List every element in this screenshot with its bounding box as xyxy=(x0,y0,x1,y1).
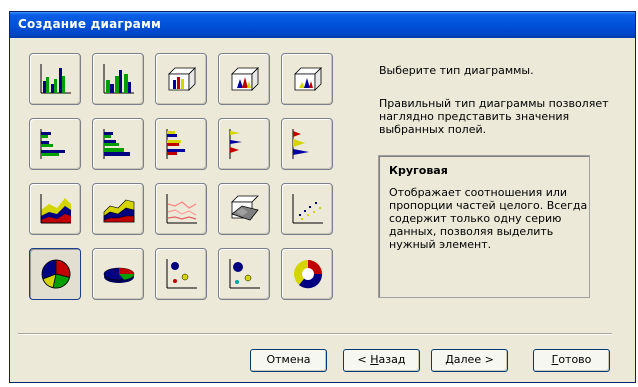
desc-line-4: данных, позволяя выделить xyxy=(389,225,554,238)
chart-type-bar-3d[interactable] xyxy=(155,118,207,170)
column-3d-icon xyxy=(168,67,196,91)
column-stacked-icon xyxy=(103,64,134,94)
description-box: Круговая Отображает соотношения или проп… xyxy=(378,155,590,298)
finish-button[interactable]: Готово xyxy=(533,349,610,372)
separator xyxy=(18,333,612,335)
chart-type-column-3d[interactable] xyxy=(155,53,207,105)
chart-type-cone-bar[interactable] xyxy=(218,118,270,170)
chart-type-surface-3d[interactable] xyxy=(218,183,270,235)
chart-type-area[interactable] xyxy=(29,183,81,235)
desc-line-5: нужный элемент. xyxy=(389,238,492,251)
area-3d-icon xyxy=(103,199,135,223)
chart-type-line[interactable] xyxy=(155,183,207,235)
chart-type-bubble-3d[interactable] xyxy=(218,248,270,300)
cancel-button[interactable]: Отмена xyxy=(250,349,327,372)
chart-type-pie-3d[interactable] xyxy=(92,248,144,300)
chart-type-column-stacked[interactable] xyxy=(92,53,144,105)
back-button[interactable]: < Назад xyxy=(343,349,420,372)
desc-line-2: пропорции частей целого. Всегда xyxy=(389,199,588,212)
pie-icon xyxy=(41,259,71,289)
bar-3d-icon xyxy=(166,129,185,159)
next-button[interactable]: Далее > xyxy=(431,349,508,372)
chart-type-area-3d[interactable] xyxy=(92,183,144,235)
chart-type-pyramid-bar[interactable] xyxy=(281,118,333,170)
bubble-icon xyxy=(166,259,197,289)
next-hotkey: Д xyxy=(445,353,454,366)
chart-type-column-3d-stacked[interactable] xyxy=(218,53,270,105)
back-hotkey: Н xyxy=(370,353,379,366)
info-text-line-3: выбранных полей. xyxy=(379,123,487,136)
window-title: Создание диаграмм xyxy=(18,17,161,31)
desc-line-1: Отображает соотношения или xyxy=(389,186,568,199)
area-icon xyxy=(40,194,71,224)
title-bar[interactable]: Создание диаграмм xyxy=(10,12,635,38)
chart-type-bar-stacked[interactable] xyxy=(92,118,144,170)
prompt-text: Выберите тип диаграммы. xyxy=(379,64,534,77)
chart-type-scatter[interactable] xyxy=(281,183,333,235)
back-prefix: < xyxy=(357,353,371,366)
bubble-3d-icon xyxy=(229,259,260,289)
column-clustered-icon xyxy=(40,64,71,94)
back-label: азад xyxy=(378,353,406,366)
cancel-label: Отмена xyxy=(266,353,311,366)
chart-type-bar-clustered[interactable] xyxy=(29,118,81,170)
info-text-line-1: Правильный тип диаграммы позволяет xyxy=(379,97,609,110)
chart-type-doughnut[interactable] xyxy=(281,248,333,300)
chart-type-column-clustered[interactable] xyxy=(29,53,81,105)
line-icon xyxy=(166,194,197,224)
chart-type-bubble[interactable] xyxy=(155,248,207,300)
chart-type-pie[interactable] xyxy=(29,248,81,300)
selected-type-title: Круговая xyxy=(389,164,448,177)
finish-label: отово xyxy=(558,353,592,366)
desc-line-3: содержит только одну серию xyxy=(389,212,562,225)
column-3d-stacked-icon xyxy=(231,67,259,91)
bar-stacked-icon xyxy=(103,129,130,159)
chart-wizard-dialog: Создание диаграмм Выберите тип диаграммы… xyxy=(9,11,636,383)
surface-3d-icon xyxy=(231,195,259,221)
next-label: алее > xyxy=(453,353,494,366)
info-text-line-2: наглядно представить значения xyxy=(379,110,570,123)
pyramid-bar-icon xyxy=(292,129,309,159)
column-3d-deep-icon xyxy=(294,67,322,91)
scatter-icon xyxy=(292,194,323,224)
chart-type-column-3d-deep[interactable] xyxy=(281,53,333,105)
cone-bar-icon xyxy=(229,129,242,159)
bar-clustered-icon xyxy=(40,129,65,159)
pie-3d-icon xyxy=(103,267,135,283)
doughnut-icon xyxy=(294,260,323,289)
